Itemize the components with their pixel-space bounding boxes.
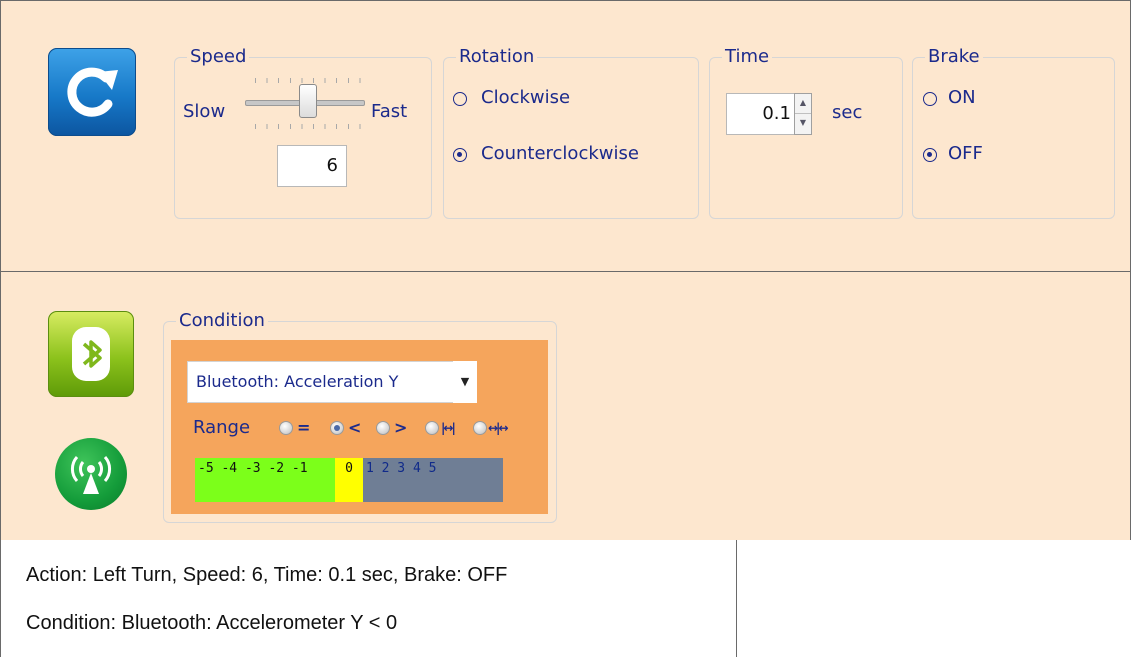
speed-slider-thumb[interactable] bbox=[299, 84, 317, 118]
range-less-radio[interactable] bbox=[330, 421, 344, 435]
summary-cell: Action: Left Turn, Speed: 6, Time: 0.1 s… bbox=[0, 540, 737, 657]
range-equal-radio[interactable] bbox=[279, 421, 293, 435]
time-value-field[interactable]: 0.1 bbox=[726, 93, 796, 135]
clockwise-label[interactable]: Clockwise bbox=[481, 87, 570, 109]
brake-off-radio[interactable] bbox=[923, 148, 937, 162]
range-outside-radio[interactable] bbox=[473, 421, 487, 435]
speed-value-field[interactable]: 6 bbox=[277, 145, 347, 187]
speed-legend: Speed bbox=[187, 46, 250, 68]
bluetooth-icon[interactable] bbox=[48, 311, 134, 397]
range-inside-icon: |↔| bbox=[441, 421, 456, 435]
chevron-down-icon[interactable]: ▼ bbox=[453, 361, 477, 403]
clockwise-radio[interactable] bbox=[453, 92, 467, 106]
sensor-dropdown[interactable]: Bluetooth: Acceleration Y bbox=[187, 361, 477, 403]
summary-action-line: Action: Left Turn, Speed: 6, Time: 0.1 s… bbox=[26, 564, 508, 586]
speed-fast-label: Fast bbox=[371, 101, 408, 122]
range-label: Range bbox=[193, 417, 251, 438]
time-unit-label: sec bbox=[832, 102, 863, 123]
time-spinner[interactable]: ▲ ▼ bbox=[794, 93, 812, 135]
range-outside-icon: ↔|↔ bbox=[488, 421, 508, 435]
rotation-legend: Rotation bbox=[456, 46, 538, 68]
brake-on-label[interactable]: ON bbox=[948, 87, 976, 109]
counterclockwise-label[interactable]: Counterclockwise bbox=[481, 143, 639, 165]
spin-down-icon[interactable]: ▼ bbox=[795, 114, 811, 134]
scale-negative: -5 -4 -3 -2 -1 bbox=[195, 458, 335, 502]
slider-ticks-top bbox=[255, 78, 361, 83]
brake-on-radio[interactable] bbox=[923, 92, 937, 106]
time-legend: Time bbox=[722, 46, 773, 68]
wireless-signal-icon[interactable] bbox=[55, 438, 127, 510]
slider-ticks-bottom bbox=[255, 124, 361, 129]
rotation-group: Rotation bbox=[443, 46, 699, 219]
brake-legend: Brake bbox=[925, 46, 983, 68]
brake-off-label[interactable]: OFF bbox=[948, 143, 983, 165]
range-greater-radio[interactable] bbox=[376, 421, 390, 435]
scale-positive: 1 2 3 4 5 bbox=[363, 458, 503, 502]
range-greater-symbol: > bbox=[394, 418, 408, 437]
spin-up-icon[interactable]: ▲ bbox=[795, 94, 811, 114]
brake-group: Brake bbox=[912, 46, 1115, 219]
range-inside-radio[interactable] bbox=[425, 421, 439, 435]
speed-slow-label: Slow bbox=[183, 101, 226, 122]
counterclockwise-radio[interactable] bbox=[453, 148, 467, 162]
summary-condition-line: Condition: Bluetooth: Accelerometer Y < … bbox=[26, 612, 398, 634]
scale-zero: 0 bbox=[335, 458, 363, 502]
condition-legend: Condition bbox=[176, 310, 268, 332]
time-group: Time bbox=[709, 46, 903, 219]
rotate-icon[interactable] bbox=[48, 48, 136, 136]
range-equal-symbol: = bbox=[297, 418, 311, 437]
range-less-symbol: < bbox=[348, 418, 362, 437]
summary-table: Action: Left Turn, Speed: 6, Time: 0.1 s… bbox=[0, 540, 1131, 657]
